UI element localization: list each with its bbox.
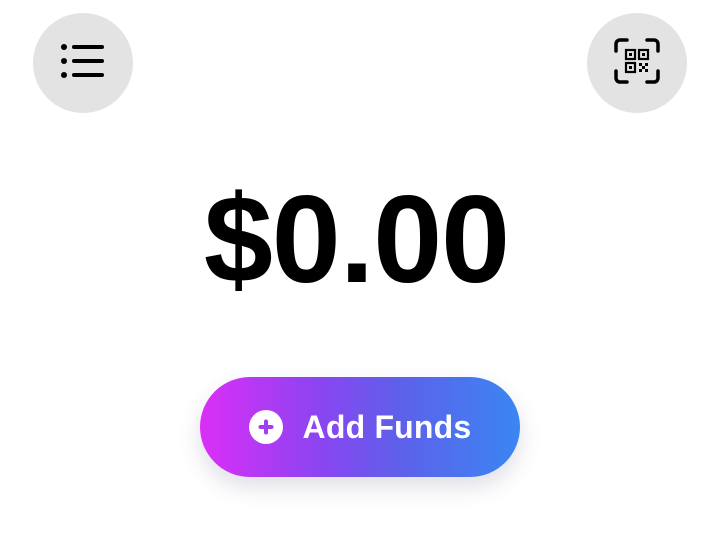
scan-qr-button[interactable] [587,13,687,113]
qr-scan-icon [613,37,661,90]
plus-circle-icon [248,410,283,444]
balance-amount: $0.00 [203,171,510,309]
add-funds-button[interactable]: Add Funds [200,377,520,477]
menu-button[interactable] [33,13,133,113]
add-funds-label: Add Funds [302,408,472,445]
list-icon [59,41,107,86]
